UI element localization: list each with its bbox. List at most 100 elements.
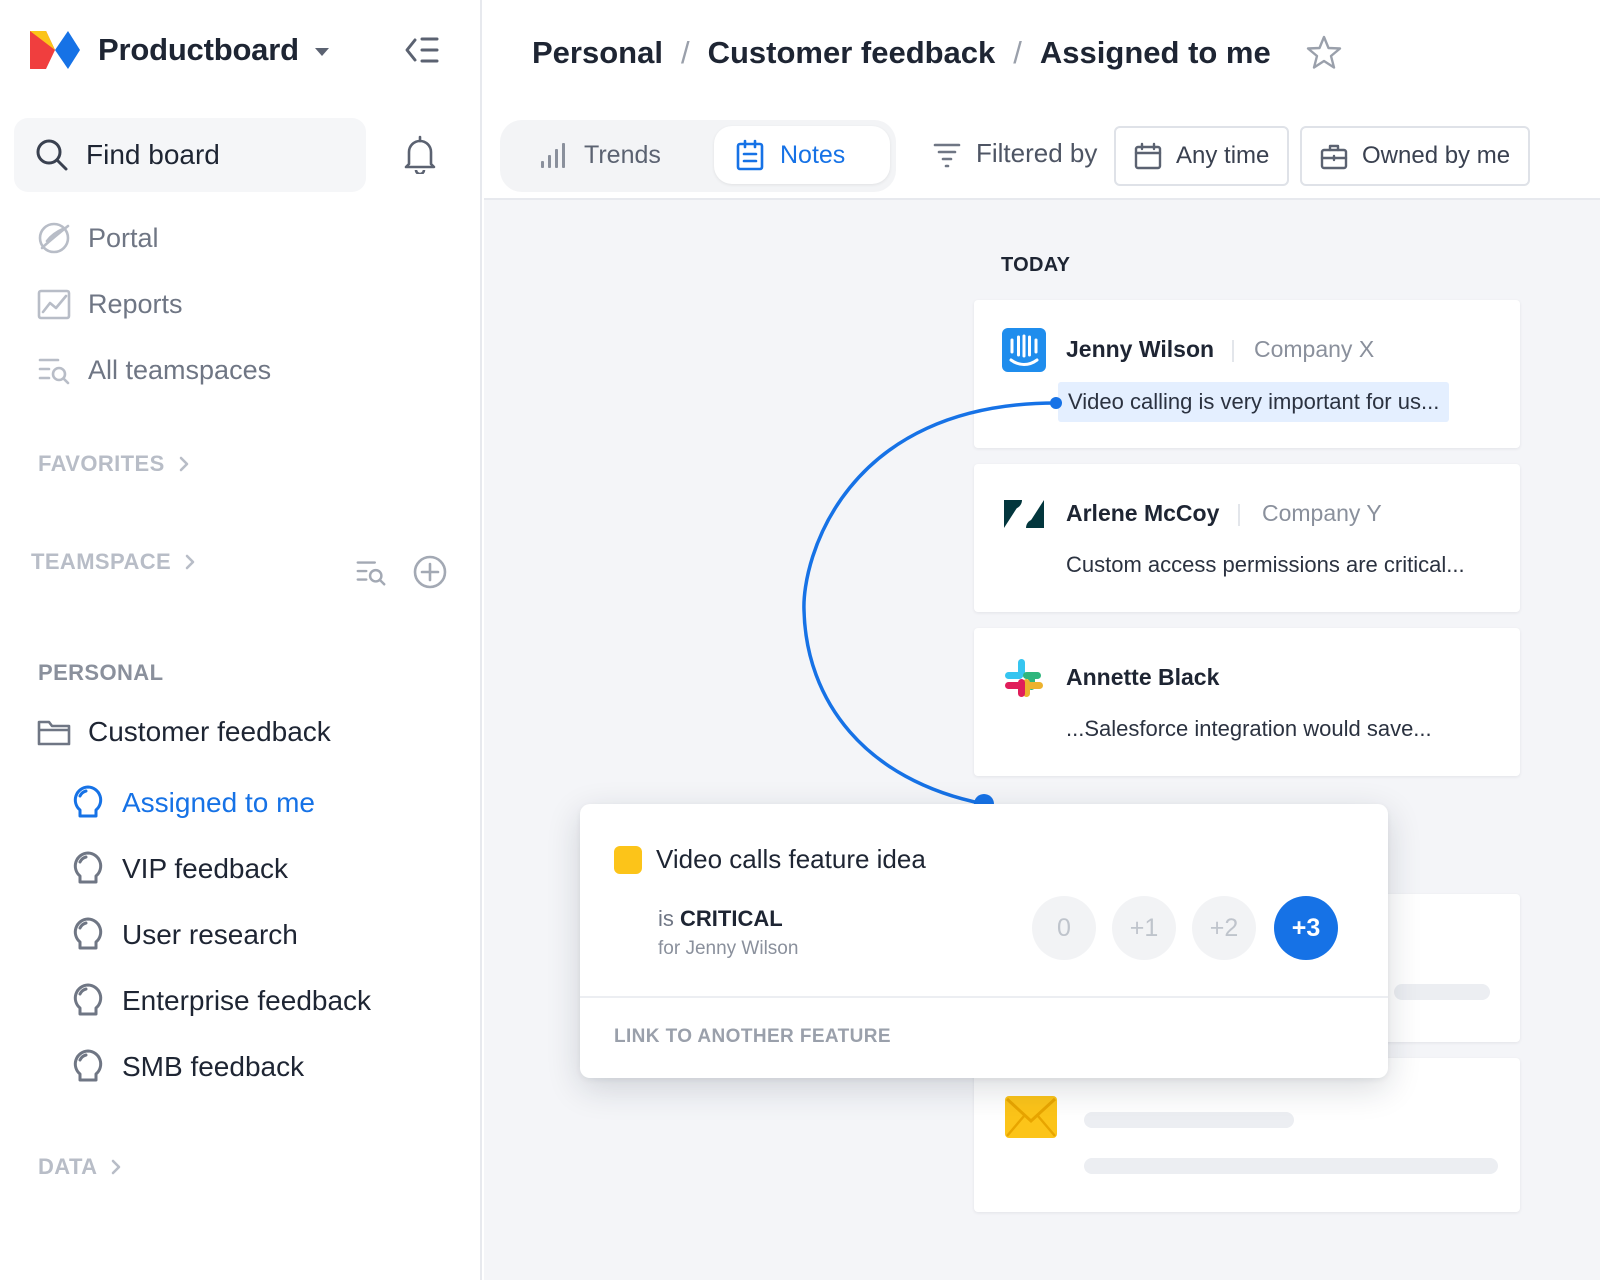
folder-icon xyxy=(37,720,71,746)
nav-reports-label: Reports xyxy=(88,288,183,319)
tab-trends[interactable]: Trends xyxy=(518,126,681,184)
score-button-2[interactable]: +2 xyxy=(1192,896,1256,960)
note-card[interactable]: Annette Black ...Salesforce integration … xyxy=(974,628,1520,776)
note-company: Company Y xyxy=(1262,500,1382,526)
calendar-icon xyxy=(1134,142,1162,170)
lightbulb-icon xyxy=(73,851,103,884)
board-item-label: SMB feedback xyxy=(122,1051,305,1082)
note-card[interactable]: Arlene McCoy Company Y Custom access per… xyxy=(974,464,1520,612)
feature-color-square xyxy=(614,846,642,874)
workspace-switcher[interactable]: Productboard xyxy=(30,30,329,70)
bar-chart-icon xyxy=(541,143,565,168)
breadcrumb-personal[interactable]: Personal xyxy=(532,35,663,71)
filtered-by[interactable]: Filtered by xyxy=(932,138,1097,169)
board-item-assigned-to-me[interactable]: Assigned to me xyxy=(70,781,315,825)
score-button-0[interactable]: 0 xyxy=(1032,896,1096,960)
folder-label: Customer feedback xyxy=(88,716,331,747)
main-content: Personal / Customer feedback / Assigned … xyxy=(484,0,1600,1280)
filter-any-time[interactable]: Any time xyxy=(1114,126,1290,186)
importance-value: CRITICAL xyxy=(680,906,783,931)
page-title: Assigned to me xyxy=(1039,35,1271,70)
notifications-bell-icon[interactable] xyxy=(402,134,438,174)
popup-divider xyxy=(580,996,1388,998)
nav-all-teamspaces-label: All teamspaces xyxy=(88,354,272,385)
tab-notes[interactable]: Notes xyxy=(714,126,890,184)
favorites-label: FAVORITES xyxy=(38,451,165,476)
data-label: DATA xyxy=(38,1154,98,1179)
add-teamspace-icon[interactable] xyxy=(412,554,448,590)
portal-icon xyxy=(38,222,70,254)
lightbulb-icon xyxy=(73,917,103,950)
folder-customer-feedback[interactable]: Customer feedback xyxy=(36,714,331,750)
board-item-label: Enterprise feedback xyxy=(122,985,372,1016)
insight-popup: Video calls feature idea is CRITICAL for… xyxy=(580,804,1388,1078)
filter-icon xyxy=(933,143,961,167)
app-name: Productboard xyxy=(98,32,299,67)
star-favorite-icon[interactable] xyxy=(1305,34,1343,72)
score-button-3-selected[interactable]: +3 xyxy=(1274,896,1338,960)
find-board-label: Find board xyxy=(86,139,220,170)
slack-icon xyxy=(1005,659,1043,697)
board-item-smb-feedback[interactable]: SMB feedback xyxy=(70,1045,304,1089)
date-group-label: TODAY xyxy=(1001,254,1071,276)
skeleton-line xyxy=(1084,1158,1498,1174)
chevron-right-icon xyxy=(179,456,188,472)
filter-owned-by-me[interactable]: Owned by me xyxy=(1300,126,1531,186)
score-button-1[interactable]: +1 xyxy=(1112,896,1176,960)
teamspace-section[interactable]: TEAMSPACE xyxy=(31,547,199,577)
caret-down-icon xyxy=(314,48,329,56)
breadcrumb-separator: / xyxy=(1013,35,1022,70)
topbar: Personal / Customer feedback / Assigned … xyxy=(484,0,1600,200)
zendesk-icon xyxy=(1004,500,1044,528)
collapse-sidebar-icon[interactable] xyxy=(404,34,440,66)
reports-icon xyxy=(37,289,71,320)
search-icon xyxy=(36,139,68,171)
skeleton-line xyxy=(1394,984,1490,1000)
importance-line: is CRITICAL xyxy=(658,906,783,932)
board-item-label: VIP feedback xyxy=(122,853,289,884)
breadcrumb-customer-feedback[interactable]: Customer feedback xyxy=(708,35,996,71)
chevron-right-icon xyxy=(185,554,195,570)
note-author: Annette Black xyxy=(1066,664,1220,690)
divider xyxy=(1232,340,1234,362)
board-item-enterprise-feedback[interactable]: Enterprise feedback xyxy=(70,979,371,1023)
intercom-icon xyxy=(1002,328,1046,372)
briefcase-icon xyxy=(1320,144,1348,170)
teamspaces-icon xyxy=(38,358,70,385)
importance-prefix: is xyxy=(658,906,674,931)
filter-any-time-label: Any time xyxy=(1176,142,1270,169)
feature-title[interactable]: Video calls feature idea xyxy=(656,844,926,875)
data-section[interactable]: DATA xyxy=(38,1152,125,1182)
board-item-user-research[interactable]: User research xyxy=(70,913,298,957)
browse-teamspaces-icon[interactable] xyxy=(354,555,388,589)
filtered-by-label: Filtered by xyxy=(976,138,1098,168)
view-toggle: Trends Notes xyxy=(500,120,896,192)
nav-reports[interactable]: Reports xyxy=(36,282,183,326)
skeleton-line xyxy=(1084,1112,1294,1128)
placeholder-note-card xyxy=(974,1058,1520,1212)
lightbulb-icon xyxy=(73,983,103,1016)
note-card[interactable]: Jenny Wilson Company X Video calling is … xyxy=(974,300,1520,448)
note-author: Arlene McCoy xyxy=(1066,500,1220,526)
board-item-vip-feedback[interactable]: VIP feedback xyxy=(70,847,288,891)
teamspace-actions xyxy=(354,554,448,590)
nav-portal-label: Portal xyxy=(88,222,159,253)
link-to-another-feature-button[interactable]: LINK TO ANOTHER FEATURE xyxy=(614,1026,891,1048)
personal-section-label: PERSONAL xyxy=(38,660,164,685)
filter-owned-by-me-label: Owned by me xyxy=(1362,142,1511,169)
lightbulb-icon xyxy=(73,785,103,818)
find-board-search[interactable]: Find board xyxy=(14,118,366,192)
productboard-logo xyxy=(30,31,80,69)
lightbulb-icon xyxy=(73,1049,103,1082)
nav-all-teamspaces[interactable]: All teamspaces xyxy=(36,348,271,392)
board-item-label: Assigned to me xyxy=(122,787,315,818)
notes-clipboard-icon xyxy=(736,139,764,171)
tab-notes-label: Notes xyxy=(780,140,846,169)
note-company: Company X xyxy=(1254,336,1375,362)
note-author: Jenny Wilson xyxy=(1066,336,1215,362)
note-snippet-highlighted[interactable]: Video calling is very important for us..… xyxy=(1058,382,1450,422)
board-item-label: User research xyxy=(122,919,298,950)
favorites-section[interactable]: FAVORITES xyxy=(38,449,193,479)
nav-portal[interactable]: Portal xyxy=(36,216,159,260)
importance-for: for Jenny Wilson xyxy=(658,938,799,959)
